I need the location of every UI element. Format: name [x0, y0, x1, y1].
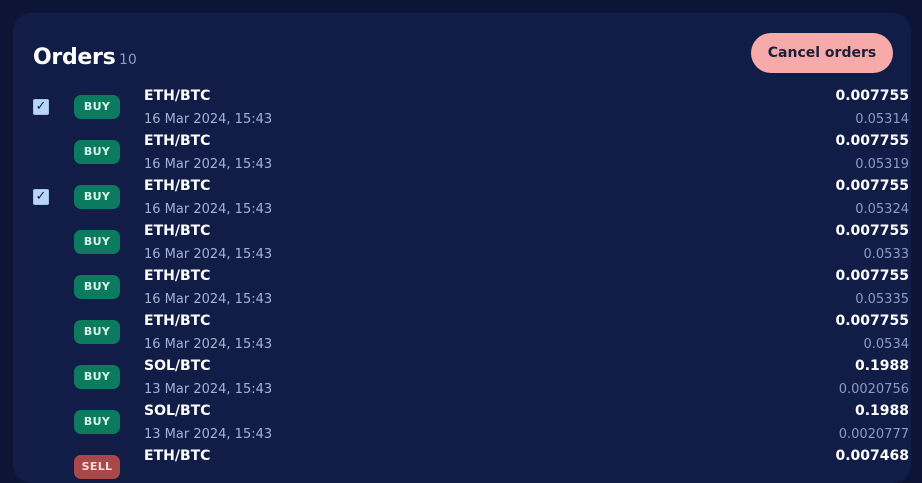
- order-price: 0.007755: [835, 313, 909, 329]
- order-pair: ETH/BTC: [144, 313, 211, 329]
- order-row[interactable]: BUY ETH/BTC 16 Mar 2024, 15:43 0.007755 0.05…: [13, 132, 911, 177]
- order-price: 0.1988: [854, 403, 909, 419]
- order-price: 0.007755: [835, 268, 909, 284]
- side-badge: BUY: [74, 230, 120, 254]
- order-price: 0.007755: [835, 178, 909, 194]
- orders-panel: Orders 10 Cancel orders ✓ BUY ETH/BTC 16 Ma…: [13, 13, 911, 483]
- order-price: 0.007755: [835, 88, 909, 104]
- orders-list: ✓ BUY ETH/BTC 16 Mar 2024, 15:43 0.007755 0.0…: [13, 87, 911, 483]
- order-pair: SOL/BTC: [144, 358, 211, 374]
- order-pair: ETH/BTC: [144, 223, 211, 239]
- order-pair: ETH/BTC: [144, 268, 211, 284]
- order-price: 0.1988: [854, 358, 909, 374]
- order-date: 16 Mar 2024, 15:43: [144, 337, 273, 352]
- order-amount: 0.0020777: [838, 427, 909, 442]
- order-pair: ETH/BTC: [144, 178, 211, 194]
- order-row[interactable]: ✓ BUY ETH/BTC 16 Mar 2024, 15:43 0.007755 0.0…: [13, 87, 911, 132]
- order-amount: 0.05324: [855, 202, 909, 217]
- order-row[interactable]: BUY ETH/BTC 16 Mar 2024, 15:43 0.007755 0.05…: [13, 222, 911, 267]
- order-amount: 0.0534: [863, 337, 910, 352]
- order-amount: 0.0533: [863, 247, 910, 262]
- order-pair: ETH/BTC: [144, 88, 211, 104]
- orders-title: Orders: [33, 45, 116, 70]
- side-badge: SELL: [74, 455, 120, 479]
- side-badge: BUY: [74, 140, 120, 164]
- order-date: 16 Mar 2024, 15:43: [144, 247, 273, 262]
- order-pair: ETH/BTC: [144, 133, 211, 149]
- order-date: 13 Mar 2024, 15:43: [144, 427, 273, 442]
- order-row[interactable]: BUY SOL/BTC 13 Mar 2024, 15:43 0.1988 0.0020…: [13, 357, 911, 402]
- order-date: 16 Mar 2024, 15:43: [144, 112, 273, 127]
- order-amount: 0.05314: [855, 112, 909, 127]
- order-price: 0.007755: [835, 133, 909, 149]
- side-badge: BUY: [74, 275, 120, 299]
- order-amount: 0.0020756: [838, 382, 909, 397]
- order-date: 13 Mar 2024, 15:43: [144, 382, 273, 397]
- orders-count: 10: [119, 52, 137, 68]
- order-checkbox[interactable]: ✓: [33, 99, 49, 115]
- order-checkbox[interactable]: ✓: [33, 189, 49, 205]
- order-row[interactable]: SELL ETH/BTC 0.007468: [13, 447, 911, 483]
- side-badge: BUY: [74, 365, 120, 389]
- side-badge: BUY: [74, 320, 120, 344]
- order-date: 16 Mar 2024, 15:43: [144, 292, 273, 307]
- order-row[interactable]: ✓ BUY ETH/BTC 16 Mar 2024, 15:43 0.007755 0.0…: [13, 177, 911, 222]
- order-amount: 0.05319: [855, 157, 909, 172]
- order-price: 0.007755: [835, 223, 909, 239]
- order-amount: 0.05335: [855, 292, 909, 307]
- cancel-orders-button[interactable]: Cancel orders: [751, 33, 893, 73]
- order-date: 16 Mar 2024, 15:43: [144, 202, 273, 217]
- side-badge: BUY: [74, 410, 120, 434]
- order-pair: SOL/BTC: [144, 403, 211, 419]
- order-row[interactable]: BUY SOL/BTC 13 Mar 2024, 15:43 0.1988 0.0020…: [13, 402, 911, 447]
- side-badge: BUY: [74, 185, 120, 209]
- orders-header: Orders 10 Cancel orders: [33, 33, 893, 73]
- side-badge: BUY: [74, 95, 120, 119]
- order-row[interactable]: BUY ETH/BTC 16 Mar 2024, 15:43 0.007755 0.05…: [13, 267, 911, 312]
- order-row[interactable]: BUY ETH/BTC 16 Mar 2024, 15:43 0.007755 0.05…: [13, 312, 911, 357]
- order-date: 16 Mar 2024, 15:43: [144, 157, 273, 172]
